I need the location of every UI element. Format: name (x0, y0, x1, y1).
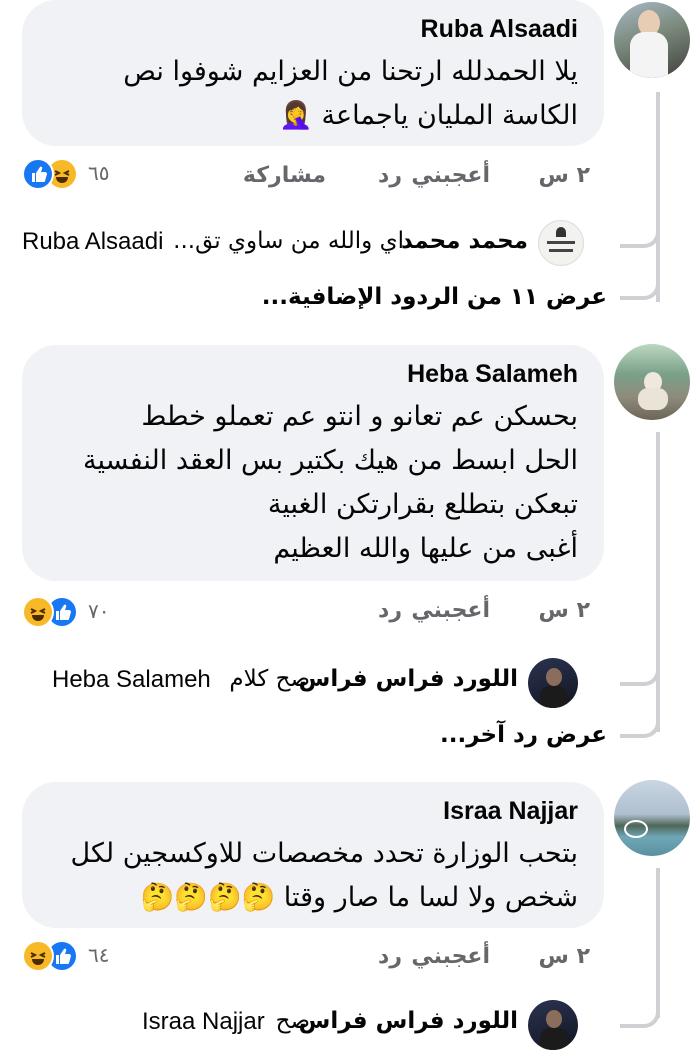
comment-text-line: تبعكن بتطلع بقرارتكن الغبية (267, 489, 578, 520)
comment-time: ٢ س (538, 944, 590, 969)
comment-bubble: Heba Salameh بحسكن عم تعانو و انتو عم تع… (22, 345, 604, 581)
reply-text: اي والله من ساوي تق... (173, 228, 404, 254)
reaction-summary[interactable]: ٦٤ (22, 940, 142, 980)
comment-avatar-israa[interactable] (614, 780, 690, 856)
comment-actions: ٢ س أعجبني رد مشاركة (220, 163, 590, 203)
reaction-count: ٧٠ (88, 599, 110, 623)
thread-connector (620, 990, 660, 1028)
haha-icon (22, 940, 54, 972)
comment-author[interactable]: Israa Najjar (48, 796, 578, 826)
comment-time: ٢ س (538, 598, 590, 623)
like-button[interactable]: أعجبني (411, 163, 490, 188)
reply-mention: Israa Najjar (142, 1008, 265, 1035)
reply-preview[interactable]: اللورد فراس فراس صح كلام Heba Salameh (50, 666, 518, 706)
comment-avatar-heba[interactable] (614, 344, 690, 420)
comment-avatar-ruba[interactable] (614, 2, 690, 78)
reaction-summary[interactable]: ٧٠ (22, 596, 142, 636)
thread-connector (620, 648, 660, 686)
comment-time: ٢ س (538, 163, 590, 188)
reply-button[interactable]: رد (378, 944, 402, 969)
comment-text-line: بحسكن عم تعانو و انتو عم تعملو خطط (141, 401, 578, 432)
reply-avatar[interactable] (538, 220, 584, 266)
comment-author[interactable]: Ruba Alsaadi (48, 14, 578, 44)
like-button[interactable]: أعجبني (411, 598, 490, 623)
reply-author: اللورد فراس فراس (298, 666, 518, 692)
comment-actions: ٢ س أعجبني رد (220, 598, 590, 638)
reply-button[interactable]: رد (378, 598, 402, 623)
haha-icon (22, 596, 54, 628)
reaction-count: ٦٥ (88, 161, 110, 185)
reply-text: صح (275, 1008, 310, 1034)
reply-mention: Heba Salameh (52, 666, 211, 693)
reply-preview[interactable]: محمد محمد اي والله من ساوي تق... Ruba Al… (20, 228, 528, 268)
reply-button[interactable]: رد (378, 163, 402, 188)
comment-actions: ٢ س أعجبني رد (220, 944, 590, 984)
reply-mention: Ruba Alsaadi (22, 228, 164, 255)
view-more-replies[interactable]: عرض رد آخر... (440, 722, 607, 748)
view-more-replies[interactable]: عرض ١١ من الردود الإضافية... (262, 284, 607, 310)
reply-author: محمد محمد (400, 228, 528, 254)
comment-text-line: يلا الحمدلله ارتحنا من العزايم شوفوا نص (123, 56, 578, 87)
share-button[interactable]: مشاركة (243, 163, 326, 188)
like-icon (22, 158, 54, 190)
reply-preview[interactable]: اللورد فراس فراس صح Israa Najjar (140, 1008, 518, 1048)
reaction-count: ٦٤ (88, 943, 110, 967)
thread-connector (620, 700, 660, 738)
reply-avatar[interactable] (528, 658, 578, 708)
comment-text-line: شخص ولا لسا ما صار وقتا 🤔🤔🤔🤔 (140, 882, 578, 913)
reaction-summary[interactable]: ٦٥ (22, 158, 142, 198)
comment-author[interactable]: Heba Salameh (48, 359, 578, 389)
thread-line (640, 432, 660, 732)
thread-connector (620, 262, 660, 300)
comment-text-line: الحل ابسط من هيك بكتير بس العقد النفسية (83, 445, 578, 476)
thread-connector (620, 210, 660, 248)
comment-bubble: Israa Najjar بتحب الوزارة تحدد مخصصات لل… (22, 782, 604, 928)
reply-text: صح كلام (229, 666, 310, 692)
comment-text-line: أغبى من عليها والله العظيم (273, 533, 578, 564)
like-button[interactable]: أعجبني (411, 944, 490, 969)
comment-text-line: الكاسة المليان ياجماعة 🤦‍♀️ (279, 100, 578, 131)
comment-text-line: بتحب الوزارة تحدد مخصصات للاوكسجين لكل (70, 838, 578, 869)
comment-bubble: Ruba Alsaadi يلا الحمدلله ارتحنا من العز… (22, 0, 604, 146)
reply-avatar[interactable] (528, 1000, 578, 1050)
reply-author: اللورد فراس فراس (298, 1008, 518, 1034)
